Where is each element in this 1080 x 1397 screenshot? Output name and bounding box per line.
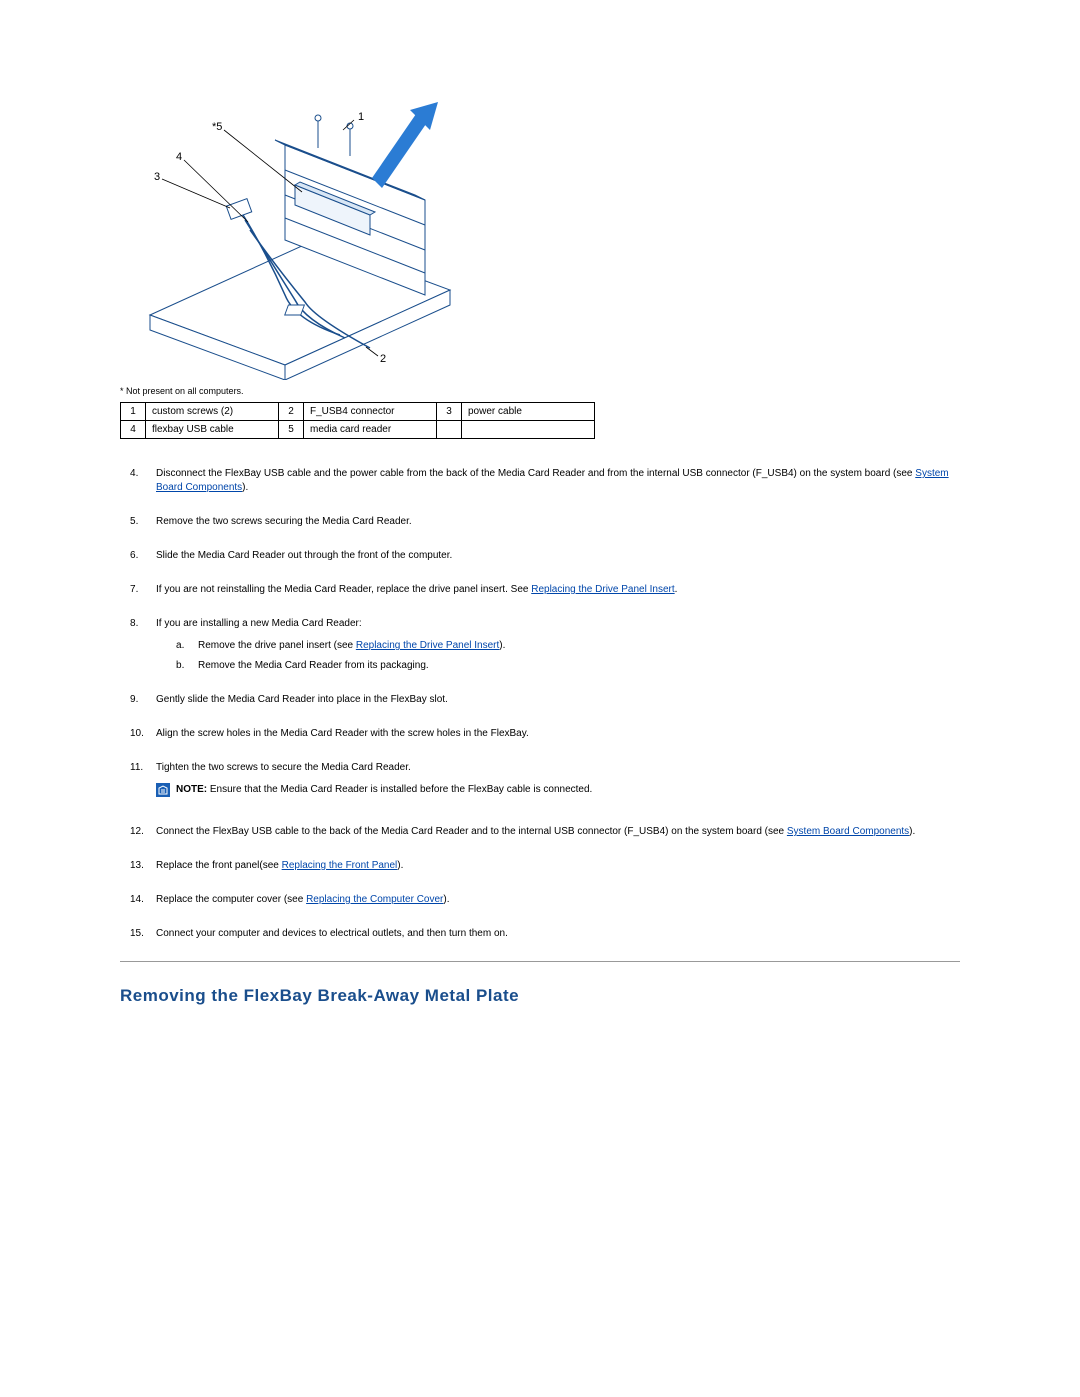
- step-text: Tighten the two screws to secure the Med…: [156, 762, 411, 773]
- step-text: ).: [397, 860, 403, 871]
- legend-cell: media card reader: [304, 421, 437, 439]
- step-5: Remove the two screws securing the Media…: [128, 515, 960, 529]
- step-12: Connect the FlexBay USB cable to the bac…: [128, 825, 960, 839]
- note-icon: [156, 783, 170, 797]
- diagram-footnote: * Not present on all computers.: [120, 386, 960, 396]
- substep-b: Remove the Media Card Reader from its pa…: [176, 659, 960, 673]
- svg-text:1: 1: [358, 111, 364, 123]
- legend-cell: [437, 421, 462, 439]
- section-divider: [120, 961, 960, 962]
- legend-cell: power cable: [462, 403, 595, 421]
- legend-cell: flexbay USB cable: [146, 421, 279, 439]
- step-text: ).: [499, 640, 505, 651]
- step-text: ).: [242, 482, 248, 493]
- step-7: If you are not reinstalling the Media Ca…: [128, 583, 960, 597]
- step-6: Slide the Media Card Reader out through …: [128, 549, 960, 563]
- substep-a: Remove the drive panel insert (see Repla…: [176, 639, 960, 653]
- step-text: Replace the front panel(see: [156, 860, 282, 871]
- legend-cell: [462, 421, 595, 439]
- step-text: .: [675, 584, 678, 595]
- step-text: Connect the FlexBay USB cable to the bac…: [156, 826, 787, 837]
- step-text: If you are installing a new Media Card R…: [156, 618, 362, 629]
- note-label: NOTE:: [176, 784, 207, 795]
- link-system-board[interactable]: System Board Components: [787, 826, 909, 837]
- section-heading: Removing the FlexBay Break-Away Metal Pl…: [120, 986, 960, 1006]
- note-body: Ensure that the Media Card Reader is ins…: [207, 784, 592, 795]
- legend-cell: 2: [279, 403, 304, 421]
- legend-cell: 4: [121, 421, 146, 439]
- step-13: Replace the front panel(see Replacing th…: [128, 859, 960, 873]
- step-8: If you are installing a new Media Card R…: [128, 617, 960, 673]
- step-4: Disconnect the FlexBay USB cable and the…: [128, 467, 960, 495]
- step-text: Replace the computer cover (see: [156, 894, 306, 905]
- note-block: NOTE: Ensure that the Media Card Reader …: [156, 783, 960, 797]
- link-drive-panel-insert[interactable]: Replacing the Drive Panel Insert: [356, 640, 499, 651]
- document-page: 1 2 3 4 *5 * Not present on all computer…: [0, 0, 1080, 1386]
- step-text: Disconnect the FlexBay USB cable and the…: [156, 468, 915, 479]
- step-text: If you are not reinstalling the Media Ca…: [156, 584, 531, 595]
- step-11: Tighten the two screws to secure the Med…: [128, 761, 960, 797]
- step-15: Connect your computer and devices to ele…: [128, 927, 960, 941]
- diagram-svg: 1 2 3 4 *5: [120, 100, 460, 380]
- step-14: Replace the computer cover (see Replacin…: [128, 893, 960, 907]
- link-computer-cover[interactable]: Replacing the Computer Cover: [306, 894, 443, 905]
- substeps: Remove the drive panel insert (see Repla…: [176, 639, 960, 673]
- svg-text:*5: *5: [212, 121, 222, 133]
- callout-legend-table: 1 custom screws (2) 2 F_USB4 connector 3…: [120, 402, 595, 439]
- link-drive-panel-insert[interactable]: Replacing the Drive Panel Insert: [531, 584, 674, 595]
- svg-text:2: 2: [380, 353, 386, 365]
- legend-cell: F_USB4 connector: [304, 403, 437, 421]
- legend-cell: 1: [121, 403, 146, 421]
- link-front-panel[interactable]: Replacing the Front Panel: [282, 860, 398, 871]
- step-10: Align the screw holes in the Media Card …: [128, 727, 960, 741]
- instruction-steps: Disconnect the FlexBay USB cable and the…: [128, 467, 960, 941]
- note-text: NOTE: Ensure that the Media Card Reader …: [176, 783, 592, 797]
- legend-cell: 5: [279, 421, 304, 439]
- step-9: Gently slide the Media Card Reader into …: [128, 693, 960, 707]
- step-text: ).: [909, 826, 915, 837]
- svg-text:3: 3: [154, 171, 160, 183]
- step-text: Remove the drive panel insert (see: [198, 640, 356, 651]
- legend-cell: 3: [437, 403, 462, 421]
- svg-text:4: 4: [176, 151, 182, 163]
- legend-cell: custom screws (2): [146, 403, 279, 421]
- step-text: ).: [443, 894, 449, 905]
- technical-diagram: 1 2 3 4 *5: [120, 100, 460, 380]
